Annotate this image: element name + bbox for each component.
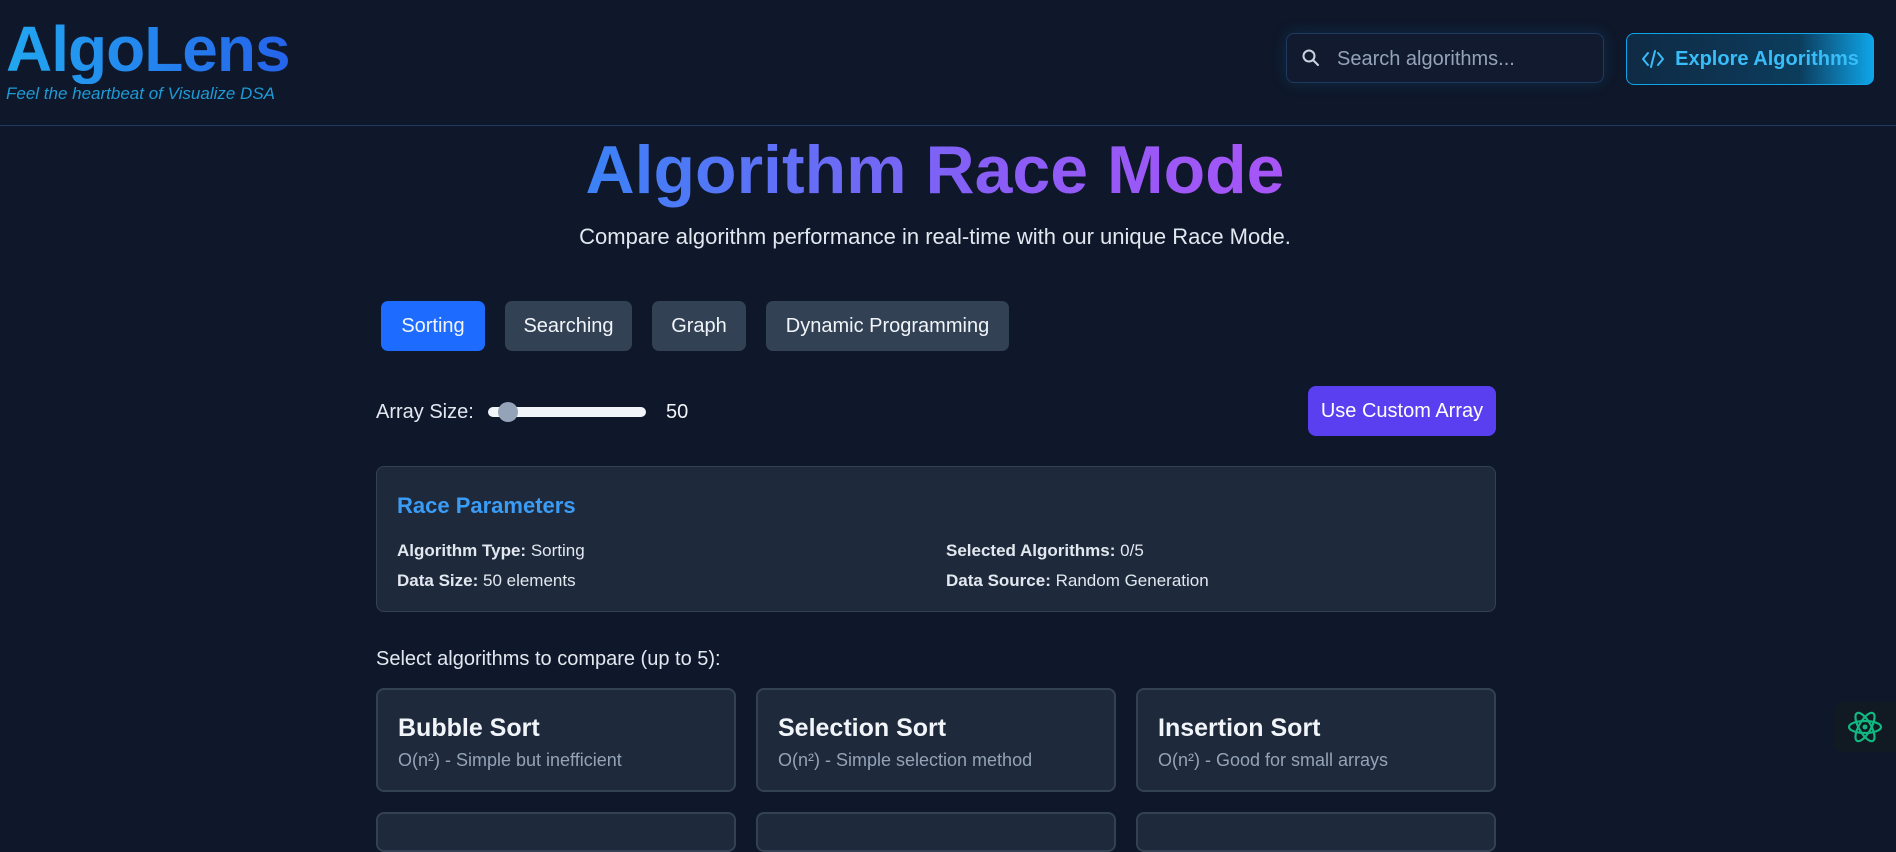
tab-searching[interactable]: Searching: [505, 301, 632, 351]
explore-algorithms-button[interactable]: Explore Algorithms: [1626, 33, 1874, 85]
param-data-source: Data Source: Random Generation: [946, 571, 1209, 590]
array-size-slider-thumb[interactable]: [497, 402, 518, 422]
atom-icon: [1847, 711, 1883, 743]
param-algorithm-type: Algorithm Type: Sorting: [397, 541, 585, 560]
page-title: Algorithm Race Mode: [585, 132, 1285, 208]
search-box[interactable]: [1286, 33, 1604, 83]
algorithm-description: O(n²) - Simple selection method: [778, 750, 1033, 770]
algorithm-name: Selection Sort: [778, 714, 947, 742]
code-icon: [1642, 50, 1665, 68]
race-parameters-title: Race Parameters: [397, 493, 576, 518]
param-selected-algorithms: Selected Algorithms: 0/5: [946, 541, 1144, 560]
algorithm-description: O(n²) - Simple but inefficient: [398, 750, 622, 770]
algorithm-name: Bubble Sort: [398, 714, 540, 742]
search-icon: [1302, 49, 1319, 66]
algorithm-card[interactable]: [376, 812, 736, 852]
array-size-value: 50: [666, 401, 689, 423]
tab-graph[interactable]: Graph: [652, 301, 746, 351]
race-parameters-panel: Race Parameters Algorithm Type: Sorting …: [376, 466, 1496, 612]
use-custom-array-button[interactable]: Use Custom Array: [1308, 386, 1496, 436]
explore-label: Explore Algorithms: [1675, 47, 1859, 70]
algorithm-card-selection-sort[interactable]: Selection Sort O(n²) - Simple selection …: [756, 688, 1116, 792]
search-input[interactable]: [1335, 42, 1599, 76]
algorithm-card[interactable]: [756, 812, 1116, 852]
page-subtitle: Compare algorithm performance in real-ti…: [579, 224, 1291, 249]
select-algorithms-hint: Select algorithms to compare (up to 5):: [376, 648, 721, 670]
tab-sorting[interactable]: Sorting: [381, 301, 485, 351]
tagline: Feel the heartbeat of Visualize DSA: [6, 84, 276, 103]
param-data-size: Data Size: 50 elements: [397, 571, 576, 590]
tab-dynamic-programming[interactable]: Dynamic Programming: [766, 301, 1009, 351]
logo[interactable]: AlgoLens: [6, 14, 291, 84]
algorithm-card-bubble-sort[interactable]: Bubble Sort O(n²) - Simple but inefficie…: [376, 688, 736, 792]
header: AlgoLens Feel the heartbeat of Visualize…: [0, 0, 1896, 126]
assistant-button[interactable]: [1834, 702, 1896, 752]
algorithm-description: O(n²) - Good for small arrays: [1158, 750, 1389, 770]
algorithm-card[interactable]: [1136, 812, 1496, 852]
array-size-label: Array Size:: [376, 401, 474, 423]
algorithm-card-insertion-sort[interactable]: Insertion Sort O(n²) - Good for small ar…: [1136, 688, 1496, 792]
algorithm-name: Insertion Sort: [1158, 714, 1321, 742]
